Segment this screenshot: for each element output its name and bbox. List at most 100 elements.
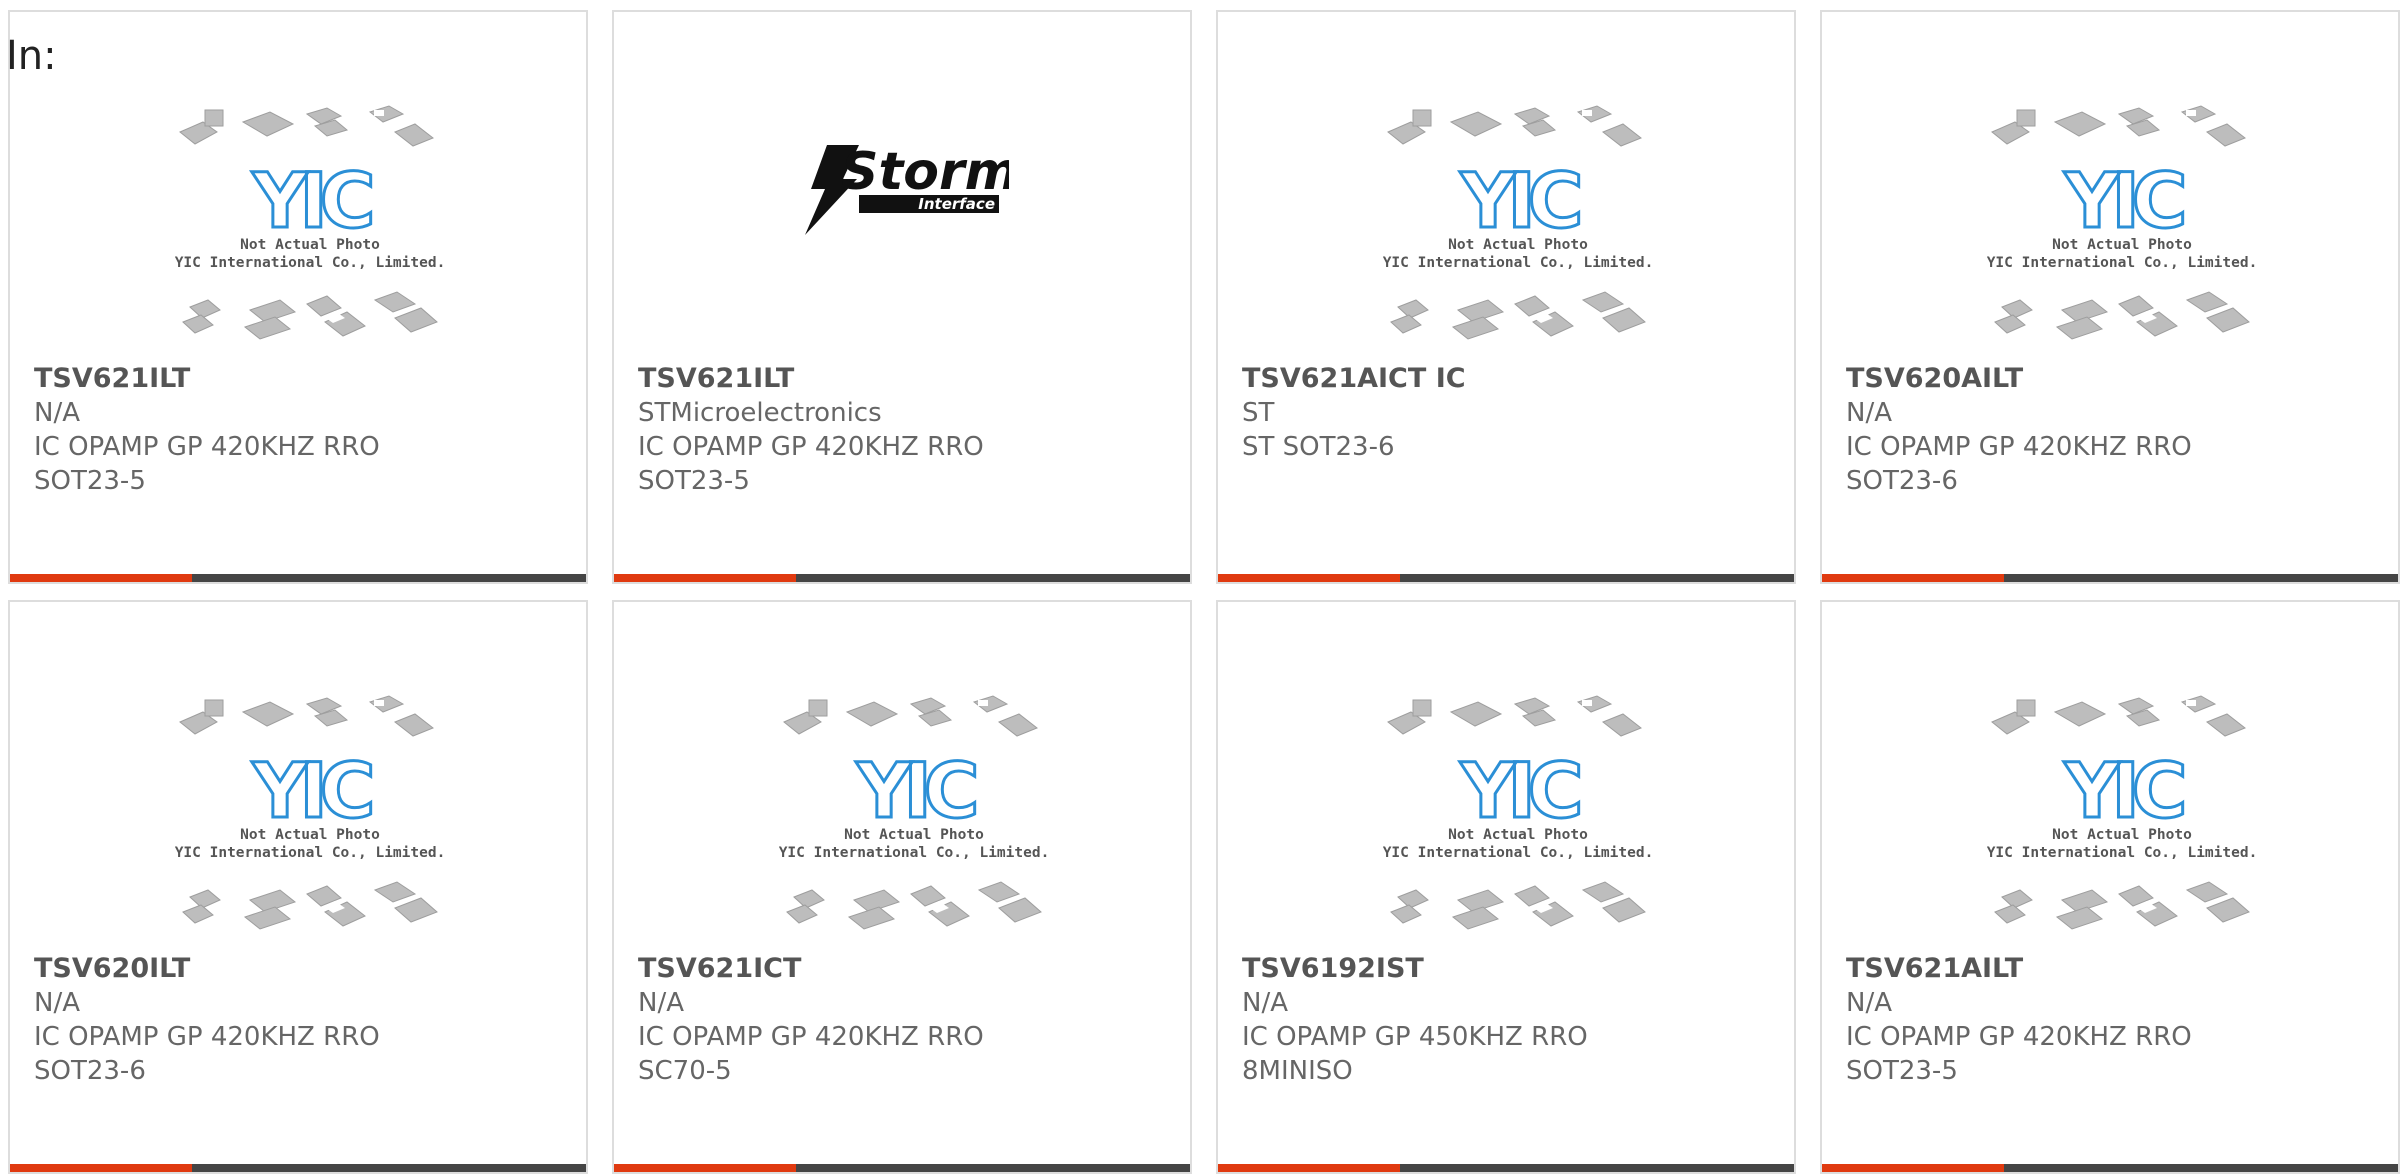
placeholder-caption-line: Not Actual Photo — [1448, 237, 1588, 253]
manufacturer-text: ST — [1242, 398, 1275, 428]
card-accent-bar — [10, 1164, 192, 1172]
placeholder-caption-line: YIC International Co., Limited. — [1987, 255, 2257, 271]
description-text: IC OPAMP GP 420KHZ RRO SOT23-5 — [638, 432, 984, 496]
svg-text:YIC: YIC — [855, 746, 974, 835]
yic-placeholder-image: YICNot Actual Photo YIC International Co.… — [779, 695, 1049, 930]
storm-logo-text: Storm — [841, 142, 1009, 202]
card-accent-bar — [614, 1164, 796, 1172]
part-number-link[interactable]: TSV621ILT — [638, 362, 1068, 396]
product-card[interactable]: YIC Not Actual Photo YIC International Co.… — [8, 600, 588, 1174]
manufacturer-text: N/A — [1242, 988, 1288, 1018]
description-text: IC OPAMP GP 420KHZ RRO SOT23-5 — [34, 432, 380, 496]
product-image[interactable]: YIC Not Actual Photo YIC International Co.… — [779, 692, 1049, 942]
card-bottom-bar — [10, 574, 586, 582]
product-info: TSV6192IST N/A IC OPAMP GP 450KHZ RRO 8MIN… — [1242, 952, 1672, 1088]
card-bottom-bar — [1822, 1164, 2398, 1172]
part-number-link[interactable]: TSV621ILT — [34, 362, 464, 396]
placeholder-caption-line: YIC International Co., Limited. — [175, 255, 445, 271]
svg-text:YIC: YIC — [1459, 746, 1578, 835]
yic-placeholder-image: YICNot Actual Photo YIC International Co.… — [1383, 695, 1653, 930]
product-card[interactable]: YIC Not Actual Photo YIC International Co.… — [1820, 10, 2400, 584]
part-number-link[interactable]: TSV620AILT — [1846, 362, 2276, 396]
manufacturer-text: N/A — [1846, 988, 1892, 1018]
product-card[interactable]: YIC Not Actual Photo YIC International Co.… — [612, 600, 1192, 1174]
description-text: IC OPAMP GP 420KHZ RRO SOT23-6 — [1846, 432, 2192, 496]
product-info: TSV621ILT N/A IC OPAMP GP 420KHZ RRO SOT23… — [34, 362, 464, 498]
card-bottom-bar — [614, 1164, 1190, 1172]
placeholder-caption-line: Not Actual Photo — [240, 827, 380, 843]
placeholder-caption-line: YIC International Co., Limited. — [779, 845, 1049, 861]
description-text: IC OPAMP GP 420KHZ RRO SOT23-6 — [34, 1022, 380, 1086]
placeholder-caption-line: Not Actual Photo — [240, 237, 380, 253]
placeholder-caption-line: YIC International Co., Limited. — [1383, 255, 1653, 271]
yic-placeholder-image: YICNot Actual Photo YIC International Co.… — [1987, 105, 2257, 340]
product-grid: YIC Not Actual Photo YIC International Co.… — [0, 0, 2400, 1174]
placeholder-caption-line: Not Actual Photo — [2052, 237, 2192, 253]
product-card[interactable]: YIC Not Actual Photo YIC International Co.… — [1820, 600, 2400, 1174]
part-number-link[interactable]: TSV621ICT — [638, 952, 1068, 986]
product-info: TSV620AILT N/A IC OPAMP GP 420KHZ RRO SOT2… — [1846, 362, 2276, 498]
yic-logo-icon: YIC — [2062, 745, 2192, 837]
description-text: IC OPAMP GP 420KHZ RRO SC70-5 — [638, 1022, 984, 1086]
product-info: TSV621ILT STMicroelectronics IC OPAMP GP 4… — [638, 362, 1068, 498]
product-card[interactable]: YIC Not Actual Photo YIC International Co.… — [1216, 600, 1796, 1174]
card-accent-bar — [10, 574, 192, 582]
product-image[interactable]: YIC Not Actual Photo YIC International Co.… — [1383, 692, 1653, 942]
svg-text:YIC: YIC — [251, 156, 370, 245]
product-image[interactable]: YIC Not Actual Photo YIC International Co.… — [1383, 102, 1653, 352]
svg-text:YIC: YIC — [2063, 156, 2182, 245]
card-accent-bar — [1218, 1164, 1400, 1172]
part-number-link[interactable]: TSV621AICT IC — [1242, 362, 1672, 396]
yic-logo-icon: YIC — [250, 745, 380, 837]
manufacturer-text: N/A — [34, 398, 80, 428]
yic-logo-icon: YIC — [2062, 155, 2192, 247]
card-bottom-bar — [1218, 574, 1794, 582]
card-bottom-bar — [614, 574, 1190, 582]
card-bottom-bar — [1822, 574, 2398, 582]
product-card[interactable]: Storm Interface TSV621ILT STMicroelectronic… — [612, 10, 1192, 584]
product-info: TSV621AICT IC ST ST SOT23-6 — [1242, 362, 1672, 464]
card-accent-bar — [614, 574, 796, 582]
storm-interface-logo: StormInterface — [805, 142, 1019, 235]
product-info: TSV621AILT N/A IC OPAMP GP 420KHZ RRO SOT2… — [1846, 952, 2276, 1088]
product-image[interactable]: YIC Not Actual Photo YIC International Co.… — [175, 692, 445, 942]
manufacturer-text: N/A — [638, 988, 684, 1018]
product-info: TSV620ILT N/A IC OPAMP GP 420KHZ RRO SOT23… — [34, 952, 464, 1088]
card-accent-bar — [1218, 574, 1400, 582]
placeholder-caption-line: YIC International Co., Limited. — [1987, 845, 2257, 861]
search-in-label: In: — [6, 33, 57, 79]
yic-placeholder-image: YICNot Actual Photo YIC International Co.… — [175, 695, 445, 930]
part-number-link[interactable]: TSV620ILT — [34, 952, 464, 986]
yic-placeholder-image: YICNot Actual Photo YIC International Co.… — [175, 105, 445, 340]
placeholder-caption-line: Not Actual Photo — [1448, 827, 1588, 843]
part-number-link[interactable]: TSV6192IST — [1242, 952, 1672, 986]
storm-logo-subtext: Interface — [918, 195, 995, 213]
product-card[interactable]: YIC Not Actual Photo YIC International Co.… — [1216, 10, 1796, 584]
manufacturer-text: N/A — [1846, 398, 1892, 428]
card-bottom-bar — [1218, 1164, 1794, 1172]
placeholder-caption-line: Not Actual Photo — [844, 827, 984, 843]
yic-placeholder-image: YICNot Actual Photo YIC International Co.… — [1383, 105, 1653, 340]
product-image[interactable]: YIC Not Actual Photo YIC International Co.… — [1987, 102, 2257, 352]
card-accent-bar — [1822, 574, 2004, 582]
part-number-link[interactable]: TSV621AILT — [1846, 952, 2276, 986]
card-accent-bar — [1822, 1164, 2004, 1172]
svg-text:YIC: YIC — [251, 746, 370, 835]
description-text: IC OPAMP GP 450KHZ RRO 8MINISO — [1242, 1022, 1588, 1086]
svg-text:YIC: YIC — [2063, 746, 2182, 835]
yic-logo-icon: YIC — [250, 155, 380, 247]
placeholder-caption-line: YIC International Co., Limited. — [175, 845, 445, 861]
product-image[interactable]: YIC Not Actual Photo YIC International Co.… — [175, 102, 445, 352]
product-image[interactable]: YIC Not Actual Photo YIC International Co.… — [1987, 692, 2257, 942]
yic-logo-icon: YIC — [854, 745, 984, 837]
svg-text:YIC: YIC — [1459, 156, 1578, 245]
description-text: ST SOT23-6 — [1242, 432, 1395, 462]
placeholder-caption-line: Not Actual Photo — [2052, 827, 2192, 843]
product-image[interactable]: Storm Interface — [799, 137, 1019, 237]
yic-placeholder-image: YICNot Actual Photo YIC International Co.… — [1987, 695, 2257, 930]
placeholder-caption-line: YIC International Co., Limited. — [1383, 845, 1653, 861]
product-card[interactable]: YIC Not Actual Photo YIC International Co.… — [8, 10, 588, 584]
description-text: IC OPAMP GP 420KHZ RRO SOT23-5 — [1846, 1022, 2192, 1086]
card-bottom-bar — [10, 1164, 586, 1172]
manufacturer-text: STMicroelectronics — [638, 398, 882, 428]
